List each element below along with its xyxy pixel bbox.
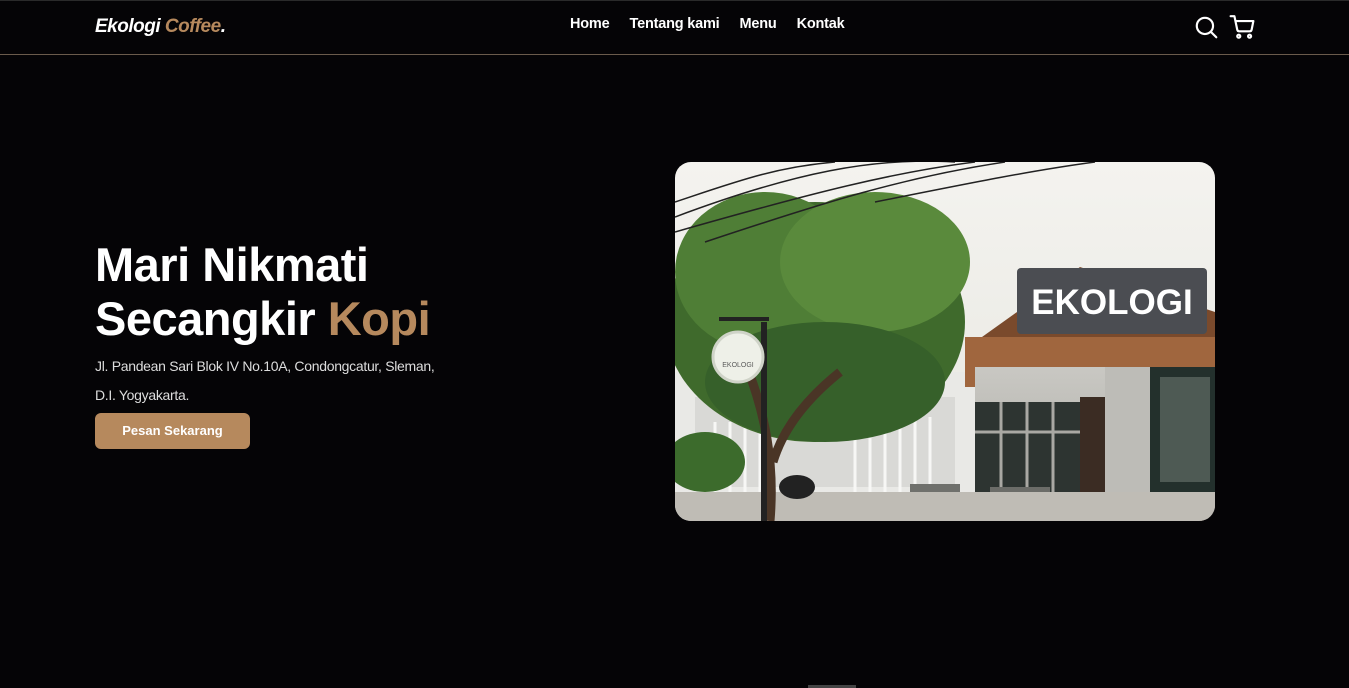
brand-name: Ekologi — [95, 16, 161, 37]
nav-kontak[interactable]: Kontak — [797, 16, 845, 32]
nav-home[interactable]: Home — [570, 16, 610, 32]
shopping-cart-icon[interactable] — [1229, 14, 1255, 40]
hero-title: Mari Nikmati Secangkir Kopi — [95, 238, 431, 346]
cafe-storefront-image: EKOLOGI EKOLOGI — [675, 162, 1215, 521]
order-now-button[interactable]: Pesan Sekarang — [95, 413, 250, 449]
round-sign-text: EKOLOGI — [722, 362, 754, 369]
hero-address: Jl. Pandean Sari Blok IV No.10A, Condong… — [95, 358, 435, 403]
brand-dot: . — [220, 16, 226, 37]
navbar: Ekologi Coffee. Home Tentang kami Menu K… — [0, 0, 1349, 55]
storefront-sign-text: EKOLOGI — [1031, 283, 1192, 322]
header-icons — [1193, 14, 1255, 40]
search-icon[interactable] — [1193, 14, 1219, 40]
nav-tentang-kami[interactable]: Tentang kami — [630, 16, 720, 32]
main-nav: Home Tentang kami Menu Kontak — [570, 16, 845, 32]
hero-title-line1: Mari Nikmati — [95, 238, 369, 291]
hero-image: EKOLOGI EKOLOGI — [675, 162, 1215, 521]
brand-logo[interactable]: Ekologi Coffee. — [95, 16, 226, 38]
hero-title-line2: Secangkir — [95, 292, 328, 345]
nav-menu[interactable]: Menu — [740, 16, 777, 32]
hero-title-accent: Kopi — [327, 292, 431, 345]
brand-accent: Coffee — [164, 16, 221, 37]
